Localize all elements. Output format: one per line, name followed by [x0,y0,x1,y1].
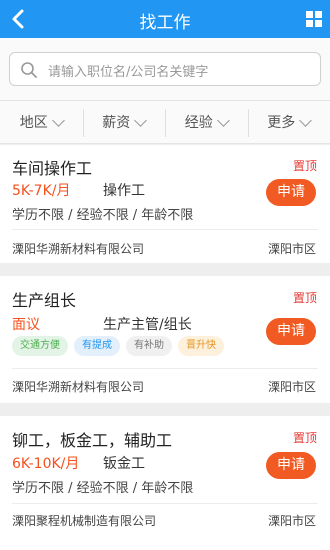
search-area: 请输入职位名/公司名关键字 [0,38,330,100]
pinned-badge: 置顶 [292,291,317,305]
job-card[interactable]: 铆工，板金工，辅助工 置顶 6K-10K/月 钣金工 申请 学历不限 / 经验不… [0,416,330,550]
apply-button[interactable]: 申请 [266,179,316,206]
grid-menu-icon[interactable] [306,11,322,27]
job-category: 操作工 [103,183,145,199]
divider [12,368,318,369]
chevron-down-icon [216,113,230,127]
filter-label: 更多 [267,115,296,131]
search-icon [21,62,37,78]
filter-label: 地区 [19,115,48,131]
top-bar: 找工作 [0,0,330,38]
company-name[interactable]: 溧阳华溯新材料有限公司 [12,240,144,257]
chevron-down-icon [299,113,313,127]
filter-label: 经验 [184,115,213,131]
job-title: 车间操作工 [12,159,93,178]
search-placeholder: 请输入职位名/公司名关键字 [48,65,209,80]
benefit-tag: 有补助 [126,336,172,356]
filter-label: 薪资 [102,115,131,131]
job-card[interactable]: 车间操作工 置顶 5K-7K/月 操作工 申请 学历不限 / 经验不限 / 年龄… [0,145,330,263]
job-title: 铆工，板金工，辅助工 [12,431,173,450]
filter-experience[interactable]: 经验 [165,101,248,143]
chevron-down-icon [134,113,148,127]
job-location: 溧阳市区 [267,242,316,256]
company-name[interactable]: 溧阳聚程机械制造有限公司 [12,512,156,529]
benefit-tag: 有提成 [74,336,120,356]
company-name[interactable]: 溧阳华溯新材料有限公司 [12,378,144,395]
job-location: 溧阳市区 [267,380,316,394]
filter-bar: 地区 薪资 经验 更多 [0,100,330,144]
pinned-badge: 置顶 [292,159,317,173]
filter-region[interactable]: 地区 [0,101,83,143]
divider [12,229,318,230]
salary: 面议 [12,317,40,333]
pinned-badge: 置顶 [292,431,317,445]
filter-more[interactable]: 更多 [247,101,330,143]
job-card[interactable]: 生产组长 置顶 面议 生产主管/组长 申请 交通方便 有提成 有补助 晋升快 溧… [0,276,330,403]
job-location: 溧阳市区 [267,514,316,528]
job-requirements: 学历不限 / 经验不限 / 年龄不限 [12,208,194,223]
search-input[interactable]: 请输入职位名/公司名关键字 [9,52,321,86]
job-title: 生产组长 [12,291,77,310]
benefit-tag: 晋升快 [178,336,224,356]
salary: 5K-7K/月 [12,183,71,199]
filter-salary[interactable]: 薪资 [82,101,166,143]
benefit-tags: 交通方便 有提成 有补助 晋升快 [12,336,224,356]
chevron-down-icon [51,113,65,127]
job-category: 生产主管/组长 [103,317,192,333]
apply-button[interactable]: 申请 [266,318,316,345]
divider [12,503,318,504]
job-requirements: 学历不限 / 经验不限 / 年龄不限 [12,481,194,496]
apply-button[interactable]: 申请 [266,452,316,479]
job-category: 钣金工 [103,456,145,472]
page-title: 找工作 [139,13,191,33]
benefit-tag: 交通方便 [12,336,68,356]
salary: 6K-10K/月 [12,456,80,472]
